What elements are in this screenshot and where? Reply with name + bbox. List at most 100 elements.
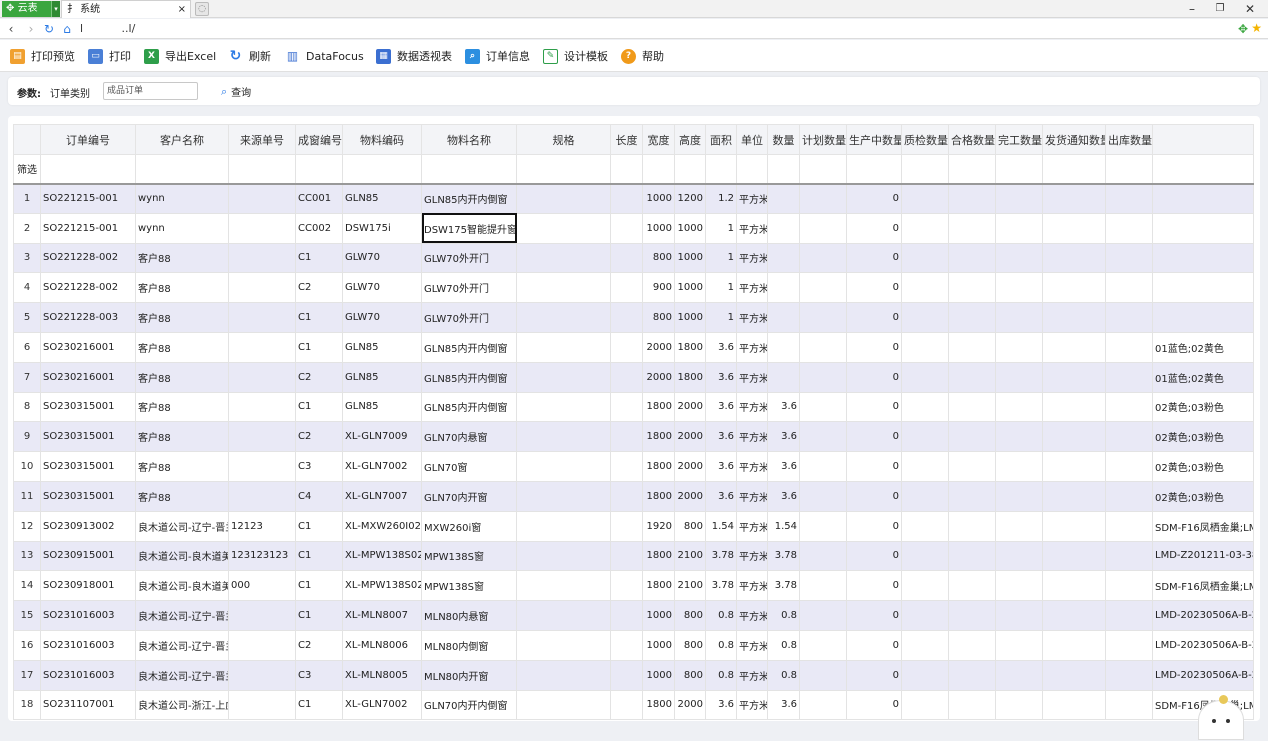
table-cell[interactable] [767, 331, 800, 363]
filter-cell[interactable] [846, 154, 902, 185]
table-cell[interactable] [1105, 600, 1153, 631]
table-cell[interactable]: 1 [705, 302, 737, 333]
table-cell[interactable] [610, 451, 643, 482]
table-cell[interactable] [799, 183, 847, 214]
table-row[interactable]: 3 SO221228-002 客户88 C1 GLW70 GLW70外开门 800 1000 1… [13, 242, 1254, 274]
table-cell[interactable]: 平方米 [736, 391, 768, 423]
table-cell[interactable] [610, 302, 643, 333]
table-cell[interactable]: XL-GLN7002 [342, 689, 422, 721]
table-cell[interactable] [610, 272, 643, 304]
table-cell[interactable]: 800 [642, 242, 675, 274]
minimize-button[interactable]: – [1178, 0, 1206, 18]
refresh-button[interactable]: ↻ 刷新 [228, 47, 271, 65]
table-cell[interactable] [799, 540, 847, 572]
table-cell[interactable] [1105, 361, 1153, 393]
order-type-input[interactable]: 成品订单 [103, 82, 198, 100]
table-row[interactable]: 16 SO231016003 良木道公司-辽宁-晋兰 C2 XL-MLN8006 MLN8… [13, 629, 1254, 661]
table-cell[interactable]: 平方米 [736, 272, 768, 304]
table-cell[interactable] [516, 451, 611, 482]
table-cell[interactable] [228, 689, 296, 721]
table-cell[interactable]: 3.6 [705, 391, 737, 423]
table-cell[interactable] [228, 421, 296, 453]
table-cell[interactable] [516, 510, 611, 542]
table-cell[interactable]: MLN80内悬窗 [421, 600, 517, 631]
table-cell[interactable] [901, 361, 949, 393]
table-cell[interactable] [610, 391, 643, 423]
table-cell[interactable]: 0 [846, 272, 902, 304]
table-cell[interactable]: 1 [705, 212, 737, 244]
table-cell[interactable]: GLW70 [342, 242, 422, 274]
table-cell[interactable] [948, 510, 996, 542]
table-cell[interactable]: GLW70外开门 [421, 302, 517, 333]
table-row[interactable]: 8 SO230315001 客户88 C1 GLN85 GLN85内开内倒窗 1800 200… [13, 391, 1254, 423]
table-row[interactable]: 9 SO230315001 客户88 C2 XL-GLN7009 GLN70内悬窗 1800… [13, 421, 1254, 453]
print-preview-button[interactable]: ▤ 打印预览 [10, 47, 75, 65]
table-cell[interactable]: 良木道公司-良木道美 [135, 570, 229, 602]
table-cell[interactable]: SDM-F16凤栖金巢;LMD- [1152, 570, 1254, 602]
table-cell[interactable] [516, 331, 611, 363]
table-cell[interactable] [610, 331, 643, 363]
table-cell[interactable]: 0 [846, 242, 902, 274]
table-cell[interactable]: 1800 [642, 421, 675, 453]
column-header[interactable]: 高度 [674, 124, 706, 155]
table-cell[interactable]: 客户88 [135, 242, 229, 274]
table-cell[interactable] [610, 689, 643, 721]
table-cell[interactable]: CC002 [295, 212, 343, 244]
table-cell[interactable] [767, 272, 800, 304]
table-cell[interactable]: 平方米 [736, 629, 768, 661]
table-cell[interactable]: 1000 [674, 272, 706, 304]
table-cell[interactable]: 1.2 [705, 183, 737, 214]
table-cell[interactable]: wynn [135, 212, 229, 244]
table-cell[interactable]: MLN80内开窗 [421, 659, 517, 691]
table-cell[interactable] [1152, 183, 1254, 214]
table-cell[interactable]: 1800 [674, 361, 706, 393]
table-cell[interactable]: GLN85 [342, 361, 422, 393]
table-cell[interactable] [516, 391, 611, 423]
table-cell[interactable] [610, 361, 643, 393]
table-cell[interactable] [901, 212, 949, 244]
table-cell[interactable] [228, 659, 296, 691]
table-cell[interactable]: C3 [295, 659, 343, 691]
table-cell[interactable] [610, 421, 643, 453]
filter-cell[interactable] [1042, 154, 1106, 185]
new-tab-button[interactable]: ◌ [195, 2, 209, 16]
table-cell[interactable]: 1000 [674, 242, 706, 274]
table-cell[interactable]: 0.8 [767, 600, 800, 631]
table-cell[interactable]: 123123123 [228, 540, 296, 572]
table-cell[interactable]: 0 [846, 391, 902, 423]
table-row[interactable]: 18 SO231107001 良木道公司-浙江-上虞 C1 XL-GLN7002 GLN7… [13, 689, 1254, 721]
table-cell[interactable] [995, 540, 1043, 572]
table-cell[interactable] [516, 361, 611, 393]
table-cell[interactable]: 1 [705, 272, 737, 304]
table-cell[interactable]: 1200 [674, 183, 706, 214]
table-cell[interactable] [228, 480, 296, 512]
filter-cell[interactable] [1152, 154, 1254, 185]
table-cell[interactable] [1105, 659, 1153, 691]
table-cell[interactable] [228, 629, 296, 661]
table-cell[interactable] [228, 212, 296, 244]
table-cell[interactable]: 3.78 [767, 570, 800, 602]
table-cell[interactable] [228, 391, 296, 423]
table-row[interactable]: 11 SO230315001 客户88 C4 XL-GLN7007 GLN70内开窗 180… [13, 480, 1254, 512]
table-cell[interactable]: SO231107001 [40, 689, 136, 721]
table-cell[interactable]: 1.54 [705, 510, 737, 542]
table-cell[interactable] [948, 570, 996, 602]
table-cell[interactable] [995, 212, 1043, 244]
table-cell[interactable]: MPW138S窗 [421, 570, 517, 602]
table-cell[interactable]: 1800 [642, 540, 675, 572]
table-cell[interactable]: 良木道公司-浙江-上虞 [135, 689, 229, 721]
table-cell[interactable]: XL-GLN7007 [342, 480, 422, 512]
table-cell[interactable]: 良木道公司-辽宁-晋兰 [135, 510, 229, 542]
table-cell[interactable] [1042, 689, 1106, 721]
table-cell[interactable] [901, 570, 949, 602]
table-cell[interactable]: GLN70内悬窗 [421, 421, 517, 453]
table-cell[interactable]: 0 [846, 212, 902, 244]
table-cell[interactable]: 0 [846, 183, 902, 214]
table-cell[interactable]: 02黄色;03粉色 [1152, 391, 1254, 423]
table-cell[interactable] [995, 183, 1043, 214]
table-cell[interactable]: SO221228-002 [40, 272, 136, 304]
table-cell[interactable] [1105, 391, 1153, 423]
table-cell[interactable]: CC001 [295, 183, 343, 214]
table-cell[interactable]: SO230918001 [40, 570, 136, 602]
table-cell[interactable] [948, 659, 996, 691]
